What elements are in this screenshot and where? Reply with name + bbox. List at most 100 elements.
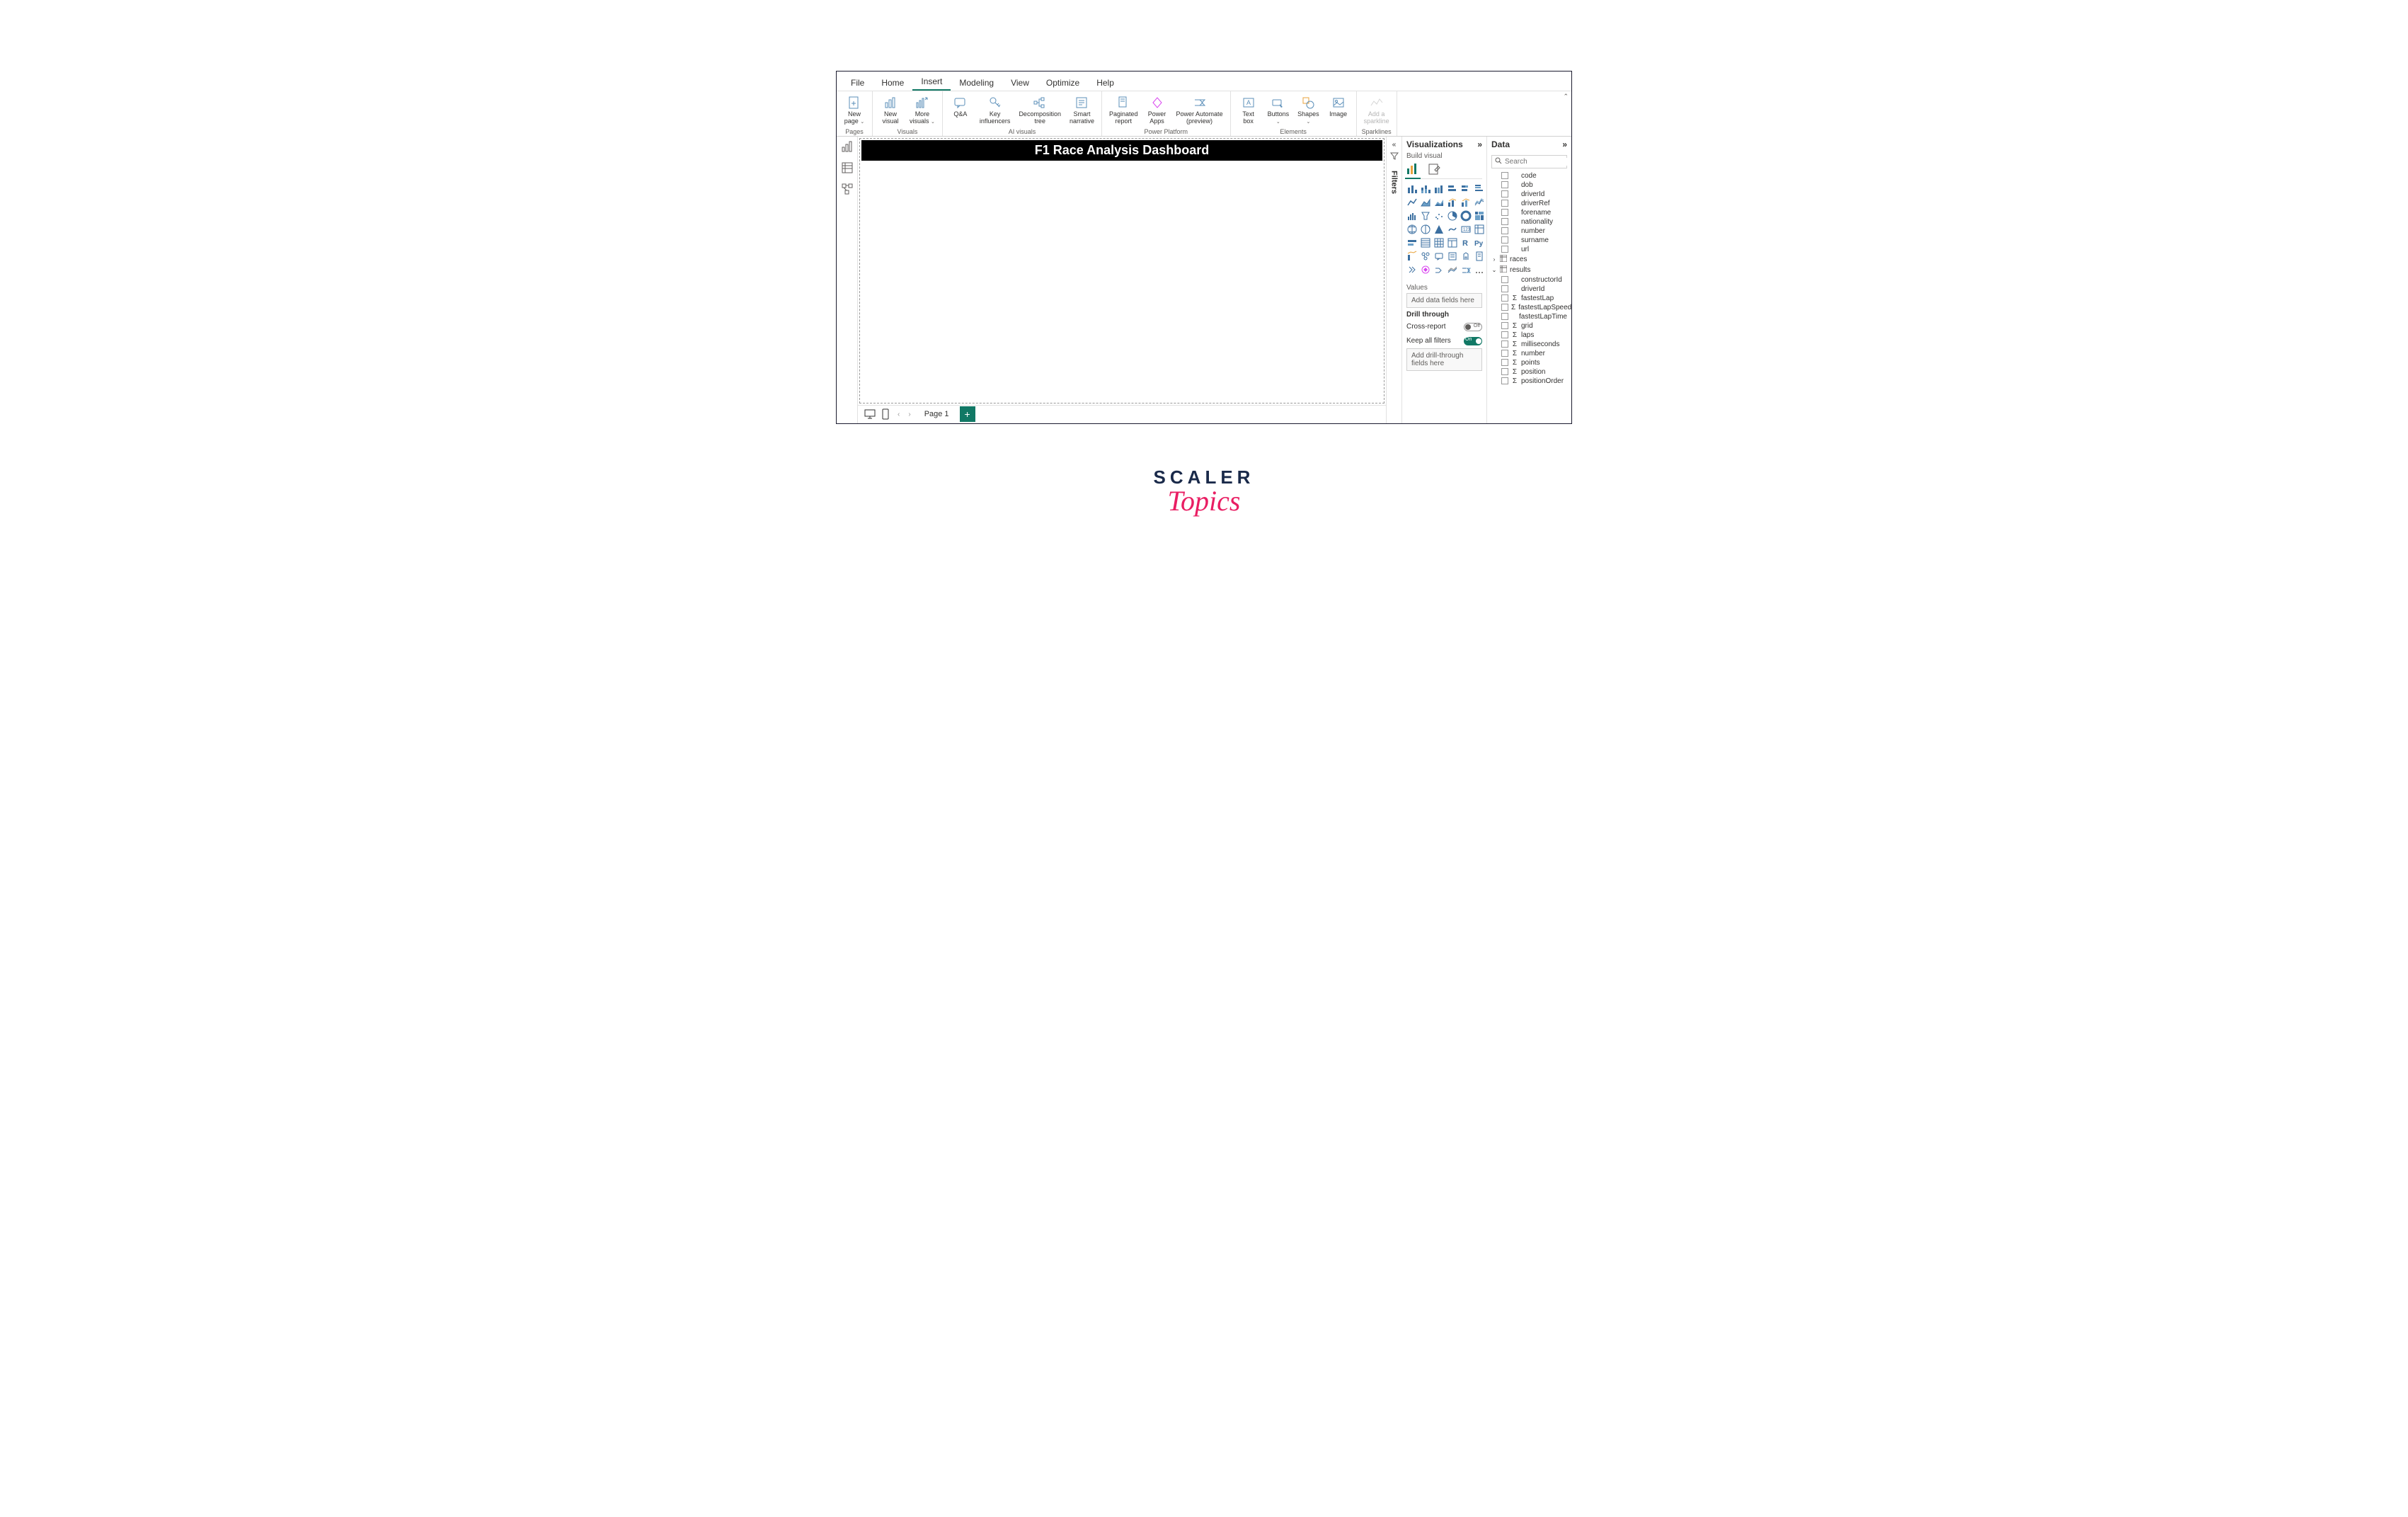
paginated-report-button[interactable]: Paginatedreport (1106, 94, 1141, 127)
viz-type-bar-h[interactable] (1447, 183, 1458, 195)
model-view-icon[interactable] (842, 183, 853, 195)
viz-type-funnel[interactable] (1420, 210, 1431, 222)
viz-type-arcgis[interactable] (1474, 251, 1485, 262)
viz-type-gauge[interactable] (1447, 224, 1458, 235)
viz-type-pie[interactable] (1447, 210, 1458, 222)
data-view-icon[interactable] (842, 162, 853, 173)
viz-type-smart-narrative[interactable] (1447, 251, 1458, 262)
decomposition-tree-button[interactable]: Decompositiontree (1016, 94, 1064, 127)
smart-narrative-button[interactable]: Smartnarrative (1067, 94, 1097, 127)
viz-type-kpi[interactable] (1406, 237, 1418, 248)
viz-type-anomaly[interactable] (1433, 264, 1445, 275)
field-constructorId[interactable]: constructorId (1491, 275, 1567, 285)
viz-type-line[interactable] (1406, 197, 1418, 208)
viz-type-r-visual[interactable]: R (1460, 237, 1472, 248)
field-code[interactable]: code (1491, 171, 1567, 181)
report-view-icon[interactable] (842, 141, 853, 152)
field-surname[interactable]: surname (1491, 236, 1567, 245)
qna-button[interactable]: Q&A (947, 94, 974, 127)
viz-type-filled-map[interactable] (1420, 224, 1431, 235)
viz-type-map[interactable] (1406, 224, 1418, 235)
viz-type-multi-card[interactable] (1474, 224, 1485, 235)
viz-type-donut[interactable] (1460, 210, 1472, 222)
field-laps[interactable]: Σlaps (1491, 331, 1567, 340)
cross-report-toggle[interactable]: Off (1464, 323, 1482, 331)
power-apps-button[interactable]: PowerApps (1144, 94, 1171, 127)
viz-type-clustered-bar-h[interactable] (1474, 183, 1485, 195)
viz-type-area[interactable] (1420, 197, 1431, 208)
tab-file[interactable]: File (842, 74, 873, 91)
field-fastestLap[interactable]: ΣfastestLap (1491, 294, 1567, 303)
power-automate-button[interactable]: Power Automate(preview) (1174, 94, 1226, 127)
dashboard-title[interactable]: F1 Race Analysis Dashboard (861, 140, 1382, 161)
viz-type-stacked-bar-2[interactable] (1420, 183, 1431, 195)
search-input[interactable] (1505, 158, 1571, 166)
collapse-data-icon[interactable]: » (1562, 139, 1567, 149)
text-box-button[interactable]: A Textbox (1235, 94, 1262, 127)
viz-type-scatter[interactable] (1433, 210, 1445, 222)
ribbon-collapse-icon[interactable]: ⌃ (1563, 93, 1569, 101)
prev-page-button[interactable]: ‹ (895, 411, 902, 418)
expand-filters-icon[interactable]: « (1392, 141, 1397, 149)
viz-type-decomp-tree[interactable] (1420, 251, 1431, 262)
field-milliseconds[interactable]: Σmilliseconds (1491, 340, 1567, 349)
tab-insert[interactable]: Insert (912, 72, 951, 91)
new-page-button[interactable]: Newpage ⌄ (841, 94, 868, 127)
collapse-viz-icon[interactable]: » (1477, 139, 1482, 149)
viz-type-matrix[interactable] (1447, 237, 1458, 248)
viz-type-ribbon[interactable] (1474, 197, 1485, 208)
tab-optimize[interactable]: Optimize (1038, 74, 1088, 91)
field-fastestLapTime[interactable]: fastestLapTime (1491, 312, 1567, 321)
field-dob[interactable]: dob (1491, 181, 1567, 190)
tab-help[interactable]: Help (1088, 74, 1123, 91)
add-page-button[interactable]: + (960, 406, 975, 422)
field-nationality[interactable]: nationality (1491, 217, 1567, 227)
viz-type-narrative2[interactable] (1447, 264, 1458, 275)
viz-type-clustered-bar[interactable] (1433, 183, 1445, 195)
viz-type-more[interactable] (1474, 264, 1485, 275)
tab-home[interactable]: Home (873, 74, 912, 91)
tab-view[interactable]: View (1002, 74, 1038, 91)
more-visuals-button[interactable]: Morevisuals ⌄ (907, 94, 938, 127)
field-number[interactable]: Σnumber (1491, 349, 1567, 358)
mobile-layout-icon[interactable] (879, 408, 892, 420)
search-box[interactable] (1491, 155, 1567, 168)
field-driverRef[interactable]: driverRef (1491, 199, 1567, 208)
values-drop-well[interactable]: Add data fields here (1406, 293, 1482, 308)
viz-type-treemap[interactable] (1474, 210, 1485, 222)
key-influencers-button[interactable]: Keyinfluencers (977, 94, 1014, 127)
tab-modeling[interactable]: Modeling (951, 74, 1002, 91)
viz-type-combo[interactable] (1447, 197, 1458, 208)
field-driverId[interactable]: driverId (1491, 190, 1567, 199)
viz-type-combo-2[interactable] (1460, 197, 1472, 208)
viz-type-qna[interactable] (1433, 251, 1445, 262)
viz-type-paginated[interactable] (1460, 251, 1472, 262)
new-visual-button[interactable]: Newvisual (877, 94, 904, 127)
keep-filters-toggle[interactable]: On (1464, 337, 1482, 345)
next-page-button[interactable]: › (905, 411, 913, 418)
field-positionOrder[interactable]: ΣpositionOrder (1491, 377, 1567, 386)
build-visual-tab[interactable] (1406, 163, 1419, 176)
field-grid[interactable]: Σgrid (1491, 321, 1567, 331)
viz-type-table[interactable] (1433, 237, 1445, 248)
viz-type-automate2[interactable] (1460, 264, 1472, 275)
viz-type-power-apps[interactable] (1406, 264, 1418, 275)
field-url[interactable]: url (1491, 245, 1567, 254)
format-visual-tab[interactable] (1428, 163, 1440, 176)
drill-through-well[interactable]: Add drill-through fields here (1406, 348, 1482, 371)
image-button[interactable]: Image (1325, 94, 1352, 127)
viz-type-stacked-area[interactable] (1433, 197, 1445, 208)
viz-type-power-automate[interactable] (1420, 264, 1431, 275)
table-results[interactable]: ⌄results (1491, 265, 1567, 275)
field-driverId[interactable]: driverId (1491, 285, 1567, 294)
buttons-button[interactable]: Buttons⌄ (1265, 94, 1292, 127)
field-position[interactable]: Σposition (1491, 367, 1567, 377)
page-tab[interactable]: Page 1 (917, 406, 957, 422)
viz-type-card[interactable]: 123 (1460, 224, 1472, 235)
field-forename[interactable]: forename (1491, 208, 1567, 217)
viz-type-waterfall[interactable] (1406, 210, 1418, 222)
desktop-layout-icon[interactable] (864, 408, 876, 420)
viz-type-stacked-bar-h[interactable] (1460, 183, 1472, 195)
viz-type-slicer[interactable] (1420, 237, 1431, 248)
shapes-button[interactable]: Shapes⌄ (1295, 94, 1322, 127)
